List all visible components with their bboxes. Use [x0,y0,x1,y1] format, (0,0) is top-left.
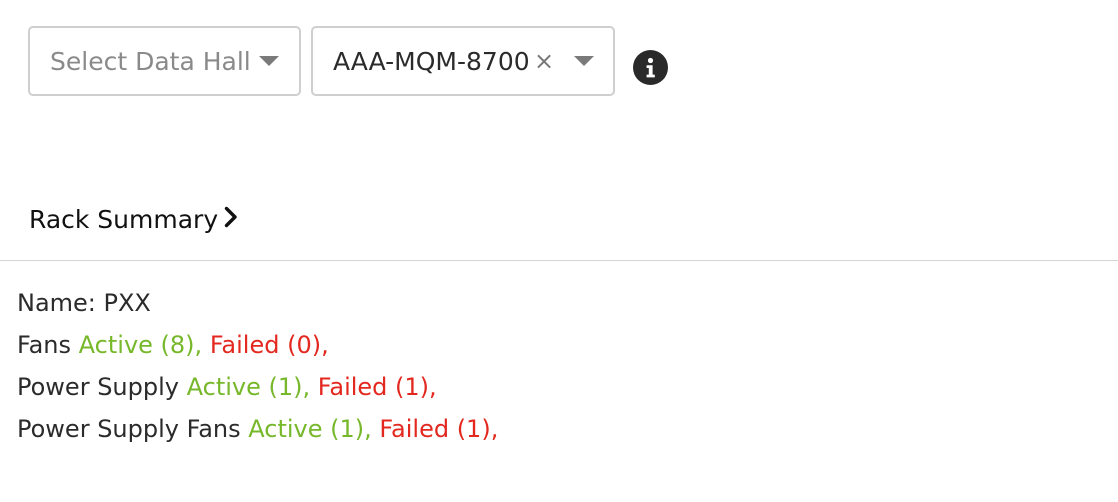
power-supply-active: Active (1), [186,373,311,401]
fans-failed: Failed (0), [209,331,329,359]
rack-name: Name: PXX [17,289,151,317]
data-hall-placeholder: Select Data Hall [50,46,251,76]
power-supply-fans-failed: Failed (1), [379,415,499,443]
rack-page: Select Data Hall AAA-MQM-8700 × Rack Sum… [0,0,1118,502]
summary-fans: Fans Active (8), Failed (0), [17,324,498,366]
power-supply-failed: Failed (1), [317,373,437,401]
chevron-right-icon [224,205,238,234]
rack-summary: Name: PXX Fans Active (8), Failed (0), P… [17,282,498,450]
info-icon[interactable] [633,50,668,85]
fans-active: Active (8), [78,331,203,359]
section-divider [0,260,1118,261]
chevron-down-icon[interactable] [574,56,594,66]
summary-power-supply: Power Supply Active (1), Failed (1), [17,366,498,408]
rack-summary-toggle[interactable]: Rack Summary [29,205,238,234]
power-supply-label: Power Supply [17,373,179,401]
device-selected-value: AAA-MQM-8700 [333,46,530,76]
section-title: Rack Summary [29,205,219,234]
summary-name: Name: PXX [17,282,498,324]
power-supply-fans-active: Active (1), [248,415,372,443]
power-supply-fans-label: Power Supply Fans [17,415,241,443]
summary-power-supply-fans: Power Supply Fans Active (1), Failed (1)… [17,408,498,450]
data-hall-select[interactable]: Select Data Hall [28,26,301,96]
fans-label: Fans [17,331,72,359]
chevron-down-icon[interactable] [259,56,279,66]
device-select[interactable]: AAA-MQM-8700 × [311,26,615,96]
close-icon[interactable]: × [534,47,554,75]
